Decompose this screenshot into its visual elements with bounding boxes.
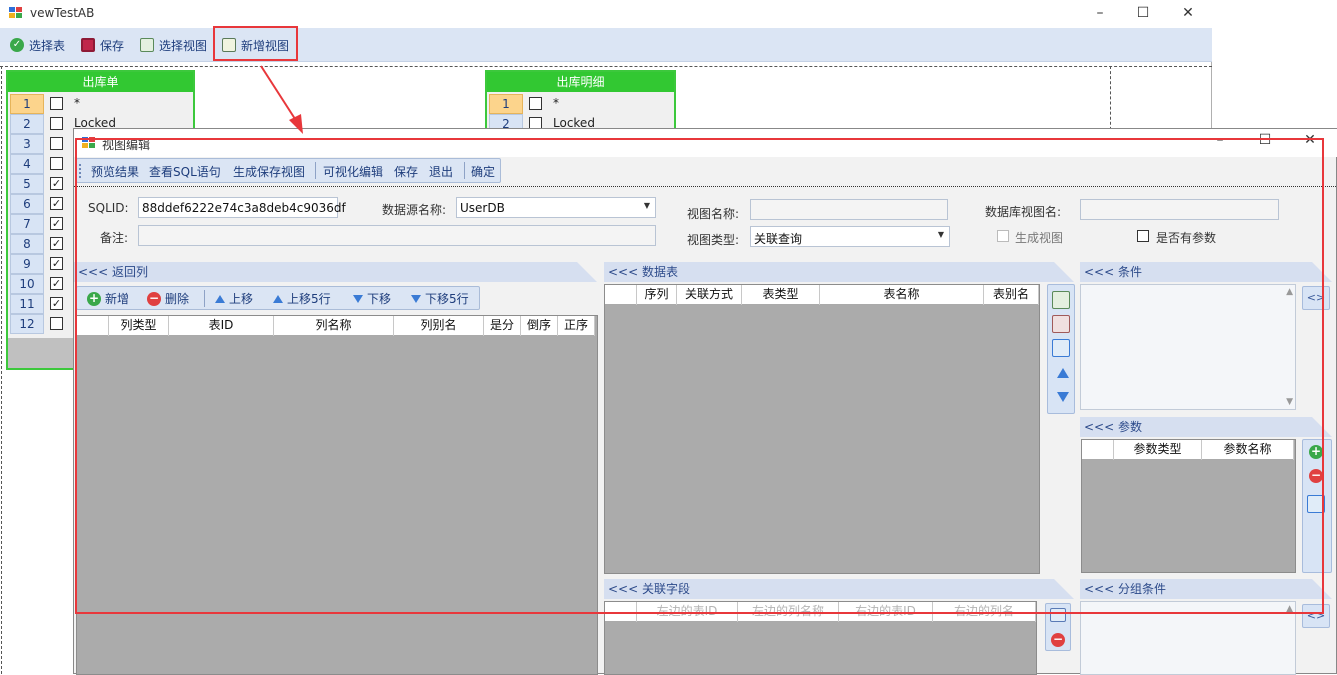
check-circle-icon: ✓ <box>10 38 24 52</box>
save-label: 保存 <box>100 38 125 53</box>
highlight-box-dialog <box>75 138 1324 614</box>
row-number: 9 <box>10 254 44 274</box>
table-row[interactable]: 1 * <box>489 94 675 114</box>
row-number: 11 <box>10 294 44 314</box>
row-number: 3 <box>10 134 44 154</box>
row-number: 1 <box>489 94 523 114</box>
row-number: 5 <box>10 174 44 194</box>
select-table-button[interactable]: ✓ 选择表 <box>10 34 65 56</box>
save-icon <box>81 38 95 52</box>
select-view-icon <box>140 38 154 52</box>
row-checkbox[interactable] <box>50 157 63 170</box>
app-icon <box>9 7 23 19</box>
main-toolbar: ✓ 选择表 保存 选择视图 新增视图 <box>0 28 1212 62</box>
row-number: 7 <box>10 214 44 234</box>
row-number: 12 <box>10 314 44 334</box>
main-titlebar: vewTestAB – ☐ ✕ <box>0 0 1212 28</box>
row-checkbox[interactable] <box>50 117 63 130</box>
row-checkbox[interactable]: ✓ <box>50 237 63 250</box>
row-checkbox[interactable]: ✓ <box>50 217 63 230</box>
window-title: vewTestAB <box>30 6 95 20</box>
row-checkbox[interactable]: ✓ <box>50 177 63 190</box>
row-number: 8 <box>10 234 44 254</box>
row-text: * <box>553 96 559 110</box>
select-view-button[interactable]: 选择视图 <box>140 34 207 56</box>
remove-join-icon[interactable]: − <box>1051 632 1065 647</box>
row-checkbox[interactable] <box>50 317 63 330</box>
select-view-label: 选择视图 <box>159 38 208 53</box>
table-box-title: 出库单 <box>8 72 193 92</box>
row-number: 10 <box>10 274 44 294</box>
canvas-border-top <box>0 66 1212 67</box>
close-button[interactable]: ✕ <box>1176 4 1200 22</box>
row-number: 4 <box>10 154 44 174</box>
row-checkbox[interactable] <box>50 137 63 150</box>
select-table-label: 选择表 <box>29 38 66 53</box>
row-checkbox[interactable] <box>529 97 542 110</box>
row-checkbox[interactable]: ✓ <box>50 277 63 290</box>
row-number: 2 <box>10 114 44 134</box>
minimize-button[interactable]: – <box>1088 4 1112 22</box>
annotation-arrow-icon <box>260 65 303 134</box>
row-checkbox[interactable]: ✓ <box>50 297 63 310</box>
row-checkbox[interactable]: ✓ <box>50 197 63 210</box>
row-checkbox[interactable] <box>50 97 63 110</box>
highlight-box-add-view <box>213 26 298 61</box>
row-text: * <box>74 96 80 110</box>
save-button[interactable]: 保存 <box>81 34 124 56</box>
maximize-button[interactable]: ☐ <box>1131 4 1155 22</box>
table-box-title: 出库明细 <box>487 72 674 92</box>
row-checkbox[interactable]: ✓ <box>50 257 63 270</box>
canvas-border-left <box>1 66 2 674</box>
row-number: 1 <box>10 94 44 114</box>
table-row[interactable]: 1 * <box>10 94 196 114</box>
row-number: 6 <box>10 194 44 214</box>
